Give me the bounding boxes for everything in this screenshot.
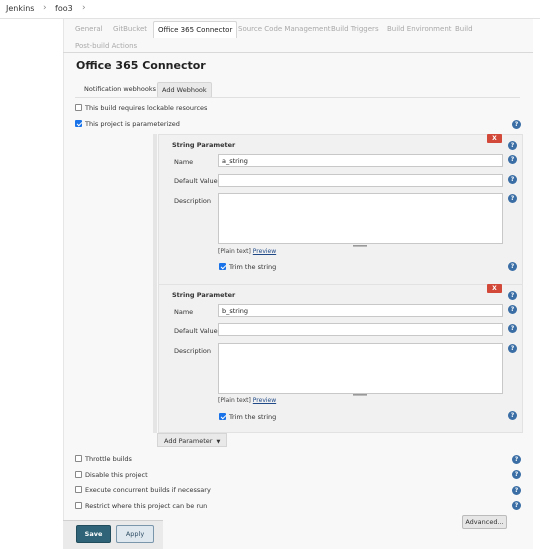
help-icon[interactable]: ? — [508, 194, 517, 203]
markup-format: [Plain text] Preview — [218, 248, 276, 255]
chevron-right-icon: › — [43, 3, 47, 13]
trim-label: Trim the string — [229, 413, 277, 421]
lockable-checkbox[interactable] — [75, 104, 82, 111]
markup-format: [Plain text] Preview — [218, 397, 276, 404]
restrict-label: Restrict where this project can be run — [85, 502, 208, 510]
throttle-label: Throttle builds — [85, 455, 132, 463]
section-title: Office 365 Connector — [76, 59, 206, 72]
help-icon[interactable]: ? — [512, 120, 521, 129]
disable-checkbox[interactable] — [75, 471, 82, 478]
throttle-checkbox[interactable] — [75, 455, 82, 462]
parameterized-checkbox[interactable] — [75, 120, 82, 127]
help-icon[interactable]: ? — [508, 324, 517, 333]
lockable-label: This build requires lockable resources — [85, 104, 208, 112]
trim-option[interactable]: Trim the string — [219, 263, 276, 271]
tab-gitbucket[interactable]: GitBucket — [113, 25, 147, 33]
trim-checkbox[interactable] — [219, 263, 226, 270]
save-button[interactable]: Save — [76, 525, 111, 543]
plain-text-label: [Plain text] — [218, 248, 251, 255]
trim-label: Trim the string — [229, 263, 277, 271]
help-icon[interactable]: ? — [508, 155, 517, 164]
tab-build-environment[interactable]: Build Environment — [387, 25, 452, 33]
name-label: Name — [174, 308, 194, 316]
advanced-button[interactable]: Advanced... — [462, 515, 507, 529]
add-parameter-label: Add Parameter — [164, 437, 213, 445]
apply-button[interactable]: Apply — [116, 525, 154, 543]
concurrent-builds-option[interactable]: Execute concurrent builds if necessary — [75, 486, 211, 494]
parameterized-option[interactable]: This project is parameterized — [75, 120, 180, 128]
delete-parameter-button[interactable]: X — [487, 284, 502, 293]
param-header: String Parameter — [172, 141, 236, 149]
delete-parameter-button[interactable]: X — [487, 134, 502, 143]
help-icon[interactable]: ? — [512, 470, 521, 479]
lockable-resources-option[interactable]: This build requires lockable resources — [75, 104, 207, 112]
breadcrumb-jenkins[interactable]: Jenkins — [6, 4, 34, 13]
description-textarea[interactable] — [218, 343, 503, 394]
concurrent-checkbox[interactable] — [75, 486, 82, 493]
help-icon[interactable]: ? — [508, 141, 517, 150]
tab-office-365-connector[interactable]: Office 365 Connector — [153, 21, 238, 38]
help-icon[interactable]: ? — [512, 455, 521, 464]
plain-text-label: [Plain text] — [218, 397, 251, 404]
name-label: Name — [174, 158, 194, 166]
chevron-right-icon[interactable]: › — [82, 3, 86, 13]
restrict-where-option[interactable]: Restrict where this project can be run — [75, 502, 207, 510]
caret-down-icon: ▼ — [216, 439, 221, 445]
trim-checkbox[interactable] — [219, 413, 226, 420]
default-value-label: Default Value — [174, 327, 218, 335]
default-value-input[interactable] — [218, 174, 503, 187]
divider — [75, 97, 520, 98]
name-input[interactable]: a_string — [218, 154, 503, 167]
subtab-add-webhook[interactable]: Add Webhook — [157, 82, 212, 98]
default-value-label: Default Value — [174, 177, 218, 185]
tab-general[interactable]: General — [75, 25, 103, 33]
help-icon[interactable]: ? — [508, 262, 517, 271]
disable-label: Disable this project — [85, 471, 148, 479]
throttle-builds-option[interactable]: Throttle builds — [75, 455, 132, 463]
breadcrumb-foo3[interactable]: foo3 — [55, 4, 73, 13]
tab-build[interactable]: Build — [455, 25, 473, 33]
resize-grip[interactable] — [353, 394, 367, 396]
trim-option[interactable]: Trim the string — [219, 413, 276, 421]
help-icon[interactable]: ? — [508, 411, 517, 420]
parameterized-label: This project is parameterized — [85, 120, 180, 128]
help-icon[interactable]: ? — [508, 291, 517, 300]
default-value-input[interactable] — [218, 323, 503, 336]
help-icon[interactable]: ? — [512, 486, 521, 495]
help-icon[interactable]: ? — [508, 305, 517, 314]
tab-source-code-management[interactable]: Source Code Management — [238, 25, 331, 33]
name-input[interactable]: b_string — [218, 304, 503, 317]
breadcrumb: Jenkins › foo3 › — [0, 0, 540, 19]
restrict-checkbox[interactable] — [75, 502, 82, 509]
param-stripe — [153, 134, 157, 286]
divider — [63, 52, 533, 53]
param-header: String Parameter — [172, 291, 236, 299]
concurrent-label: Execute concurrent builds if necessary — [85, 486, 211, 494]
help-icon[interactable]: ? — [508, 175, 517, 184]
tab-post-build-actions[interactable]: Post-build Actions — [75, 42, 137, 50]
subtab-notification-webhooks[interactable]: Notification webhooks — [84, 85, 156, 93]
help-icon[interactable]: ? — [508, 344, 517, 353]
preview-link[interactable]: Preview — [253, 397, 276, 404]
disable-project-option[interactable]: Disable this project — [75, 471, 148, 479]
description-textarea[interactable] — [218, 193, 503, 244]
description-label: Description — [174, 347, 212, 355]
description-label: Description — [174, 197, 212, 205]
help-icon[interactable]: ? — [512, 501, 521, 510]
add-parameter-button[interactable]: Add Parameter ▼ — [157, 433, 228, 447]
preview-link[interactable]: Preview — [253, 248, 276, 255]
tab-build-triggers[interactable]: Build Triggers — [331, 25, 379, 33]
resize-grip[interactable] — [353, 245, 367, 247]
param-stripe — [153, 284, 157, 433]
